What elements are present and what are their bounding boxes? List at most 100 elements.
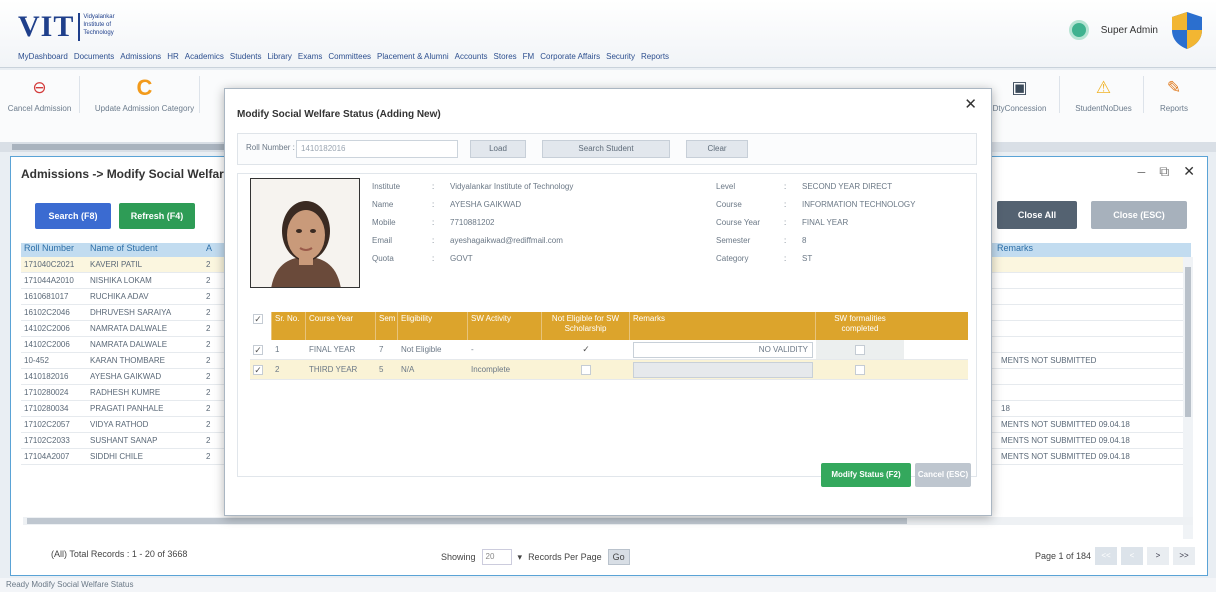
close-icon[interactable]: ✕ [964, 95, 977, 113]
modify-status-button[interactable]: Modify Status (F2) [821, 463, 911, 487]
menu-item[interactable]: FM [523, 52, 541, 61]
info-value: GOVT [450, 254, 473, 263]
user-name[interactable]: Super Admin [1101, 25, 1158, 36]
menu-item[interactable]: Reports [641, 52, 675, 61]
remarks-input[interactable]: NO VALIDITY [633, 342, 813, 358]
row-select-checkbox[interactable]: ✓ [253, 364, 263, 375]
col-roll-number[interactable]: Roll Number [21, 243, 86, 257]
prev-page-button[interactable]: < [1121, 547, 1143, 565]
close-icon[interactable]: ✕ [1183, 163, 1195, 180]
cell-a: 2 [206, 340, 211, 349]
cell-eligibility: N/A [401, 365, 415, 374]
restore-icon[interactable]: ⧉ [1159, 163, 1169, 180]
cell-remarks: MENTS NOT SUBMITTED 09.04.18 [1001, 436, 1130, 445]
minimize-icon[interactable]: – [1137, 163, 1145, 180]
search-button[interactable]: Search (F8) [35, 203, 111, 229]
load-button[interactable]: Load [470, 140, 526, 158]
row-select-checkbox[interactable]: ✓ [253, 344, 263, 355]
page-info: Page 1 of 184 [1034, 551, 1091, 561]
student-no-dues-button[interactable]: ⚠ StudentNoDues [1064, 76, 1144, 113]
next-page-button[interactable]: > [1147, 547, 1169, 565]
grid-horizontal-scrollbar[interactable] [23, 517, 1193, 525]
dialog-title: Modify Social Welfare Status (Adding New… [237, 109, 441, 120]
scroll-thumb[interactable] [1185, 267, 1191, 417]
cell-sw-formalities[interactable] [816, 360, 904, 379]
menu-item[interactable]: Library [267, 52, 297, 61]
table-row[interactable]: ✓ 2 THIRD YEAR 5 N/A Incomplete [250, 360, 968, 380]
app-header: VIT Vidyalankar Institute of Technology … [0, 0, 1216, 68]
roll-number-input[interactable]: 1410182016 [296, 140, 458, 158]
search-student-button[interactable]: Search Student [542, 140, 670, 158]
scroll-thumb[interactable] [27, 518, 907, 524]
logo-text: VIT [18, 10, 75, 43]
per-page-select[interactable]: 20 [481, 549, 512, 565]
cell-roll-number: 171040C2021 [24, 260, 75, 269]
cell-roll-number: 17104A2007 [24, 452, 70, 461]
info-label: Course [716, 200, 742, 209]
menu-item[interactable]: HR [167, 52, 185, 61]
cancel-button[interactable]: Cancel (ESC) [915, 463, 971, 487]
row-select-cell[interactable]: ✓ [250, 360, 272, 379]
table-row[interactable]: ✓ 1 FINAL YEAR 7 Not Eligible - ✓ NO VAL… [250, 340, 968, 360]
cell-remarks [630, 360, 816, 379]
menu-item[interactable]: Students [230, 52, 268, 61]
menu-item[interactable]: Committees [328, 52, 377, 61]
reports-button[interactable]: ✎ Reports [1144, 76, 1204, 113]
menu-item[interactable]: MyDashboard [18, 52, 74, 61]
close-esc-button[interactable]: Close (ESC) [1091, 201, 1187, 229]
remarks-input[interactable] [633, 362, 813, 378]
info-separator: : [784, 200, 787, 209]
not-eligible-checkbox[interactable] [581, 364, 591, 375]
cell-a: 2 [206, 276, 211, 285]
student-details-left: Institute: Vidyalankar Institute of Techn… [372, 178, 573, 268]
select-all-cell[interactable]: ✓ [250, 312, 272, 340]
info-separator: : [784, 254, 787, 263]
cancel-admission-button[interactable]: ⊖ Cancel Admission [0, 76, 80, 113]
go-button[interactable]: Go [607, 549, 630, 565]
not-eligible-checkbox[interactable]: ✓ [581, 344, 591, 355]
last-page-button[interactable]: >> [1173, 547, 1195, 565]
concession-button[interactable]: ▣ DtyConcession [980, 76, 1060, 113]
refresh-button[interactable]: Refresh (F4) [119, 203, 195, 229]
sw-formalities-checkbox[interactable] [855, 344, 865, 355]
menu-item[interactable]: Corporate Affairs [540, 52, 606, 61]
row-select-cell[interactable]: ✓ [250, 340, 272, 359]
menu-item[interactable]: Exams [298, 52, 328, 61]
info-label: Category [716, 254, 749, 263]
no-entry-icon: ⊖ [32, 78, 47, 97]
col-not-eligible: Not Eligible for SW Scholarship [542, 312, 630, 340]
logo[interactable]: VIT Vidyalankar Institute of Technology [18, 10, 122, 44]
cell-a: 2 [206, 356, 211, 365]
close-all-button[interactable]: Close All [997, 201, 1077, 229]
info-label: Quota [372, 254, 394, 263]
grid-vertical-scrollbar[interactable] [1183, 257, 1193, 539]
info-line: Semester: 8 [716, 232, 916, 250]
menu-item[interactable]: Accounts [455, 52, 494, 61]
sw-formalities-checkbox[interactable] [855, 364, 865, 375]
menu-item[interactable]: Academics [185, 52, 230, 61]
menu-item[interactable]: Admissions [120, 52, 167, 61]
clear-button[interactable]: Clear [686, 140, 748, 158]
cell-sem: 7 [379, 345, 384, 354]
col-course-year: Course Year [306, 312, 376, 340]
cell-not-eligible[interactable]: ✓ [542, 340, 630, 359]
cell-sw-formalities[interactable] [816, 340, 904, 359]
first-page-button[interactable]: << [1095, 547, 1117, 565]
col-name[interactable]: Name of Student [86, 243, 206, 257]
info-line: Email: ayeshagaikwad@rediffmail.com [372, 232, 573, 250]
info-label: Institute [372, 182, 401, 191]
menu-item[interactable]: Stores [494, 52, 523, 61]
update-admission-category-button[interactable]: C Update Admission Category [90, 75, 200, 113]
menu-item[interactable]: Documents [74, 52, 120, 61]
showing-label: Showing [441, 552, 476, 562]
col-a[interactable]: A [206, 243, 220, 257]
cell-not-eligible[interactable] [542, 360, 630, 379]
menu-item[interactable]: Security [606, 52, 641, 61]
col-remarks[interactable]: Remarks [997, 243, 1033, 253]
cell-roll-number: 1410182016 [24, 372, 69, 381]
cell-remarks: NO VALIDITY [630, 340, 816, 359]
menu-item[interactable]: Placement & Alumni [377, 52, 455, 61]
select-all-checkbox[interactable]: ✓ [253, 314, 263, 324]
chevron-down-icon[interactable]: ▾ [518, 552, 523, 563]
col-sw-activity: SW Activity [468, 312, 542, 340]
